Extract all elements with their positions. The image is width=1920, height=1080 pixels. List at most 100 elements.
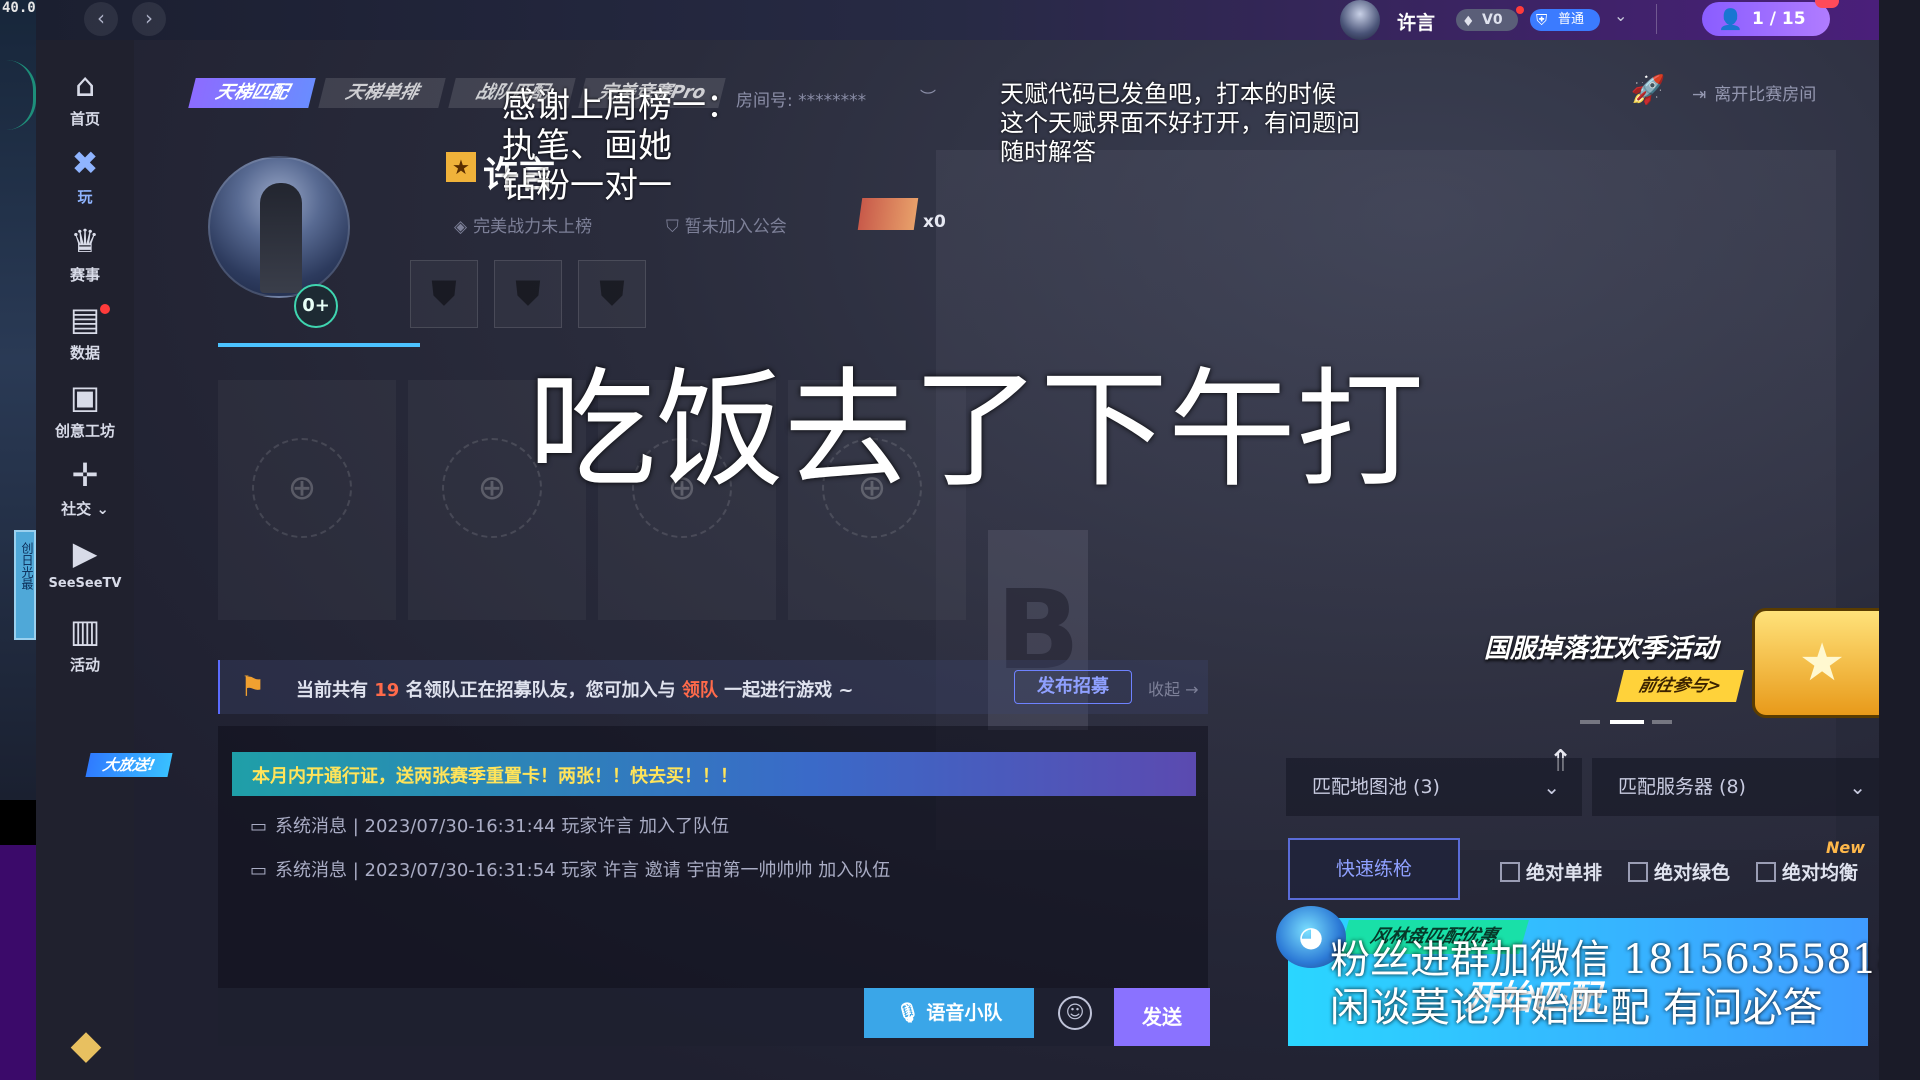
carousel-dot[interactable] [1580,720,1600,724]
power-rank-label: 完美战力未上榜 [473,217,593,237]
promo-tag[interactable]: 大放送! [85,753,173,777]
user-avatar[interactable] [1340,0,1380,40]
back-button[interactable]: ‹ [84,2,118,36]
emoji-icon[interactable]: ☺ [1058,996,1092,1030]
voice-team-button[interactable]: 🎙 语音小队 [864,988,1034,1038]
checkbox[interactable] [1500,862,1520,882]
ticket-count: x0 [923,212,946,232]
microphone-icon: 🎙 [895,1002,920,1024]
rocket-icon[interactable]: 🚀 [1630,72,1666,108]
tab-ladder-solo[interactable]: 天梯单排 [318,78,446,108]
workshop-icon: ▣ [69,378,101,416]
gift-icon: ▥ [69,612,101,650]
recruit-leader-link[interactable]: 领队 [682,680,718,701]
flag-icon: ⚑ [240,670,266,703]
overlay-line: 闲谈莫论开始匹配 有问必答 [1330,985,1823,1031]
forward-button[interactable]: › [132,2,166,36]
overlay-talent-caption: 天赋代码已发鱼吧，打本的时候 这个天赋界面不好打开，有问题问 随时解答 [1000,80,1360,167]
guild-status[interactable]: ⛉ 暂未加入公会 [666,212,787,237]
guild-label: 暂未加入公会 [684,217,787,237]
top-bar: ‹ › 许言 ♦ V0 ⛨ 普通 ⌄ 👤 1 / 15 [36,0,1879,40]
app-window: B ‹ › 许言 ♦ V0 ⛨ 普通 ⌄ 👤 1 / 15 ⌂ 首页 ✖ 玩 ♛ 赛事 ▤ 数… [36,0,1879,1080]
chat-panel: 本月内开通行证，送两张赛季重置卡！两张！！快去买！！！ ▭ 系统消息 | 2023… [218,726,1208,988]
badge-slot[interactable]: ⛊ [410,260,478,328]
chevron-left-icon: ‹ [97,6,105,30]
diamond-icon[interactable]: ◆ [64,1025,108,1065]
right-edge-strip [1879,0,1920,1080]
chat-input-row[interactable]: 🎙 语音小队 ☺ 发送 [218,988,1210,1046]
sidebar-item-workshop[interactable]: ▣ 创意工坊 [36,378,134,458]
checkbox[interactable] [1756,862,1776,882]
checkbox[interactable] [1628,862,1648,882]
send-button[interactable]: 发送 [1114,988,1210,1046]
recruit-prefix: 当前共有 [296,680,375,701]
chat-message: ▭ 系统消息 | 2023/07/30-16:31:54 玩家 许言 邀请 宇宙第… [250,856,890,882]
overlay-line: 钻粉一对一 [502,166,672,206]
badge-slot[interactable]: ⛊ [494,260,562,328]
vip-badge[interactable]: ♦ V0 [1456,9,1518,31]
shield-icon: ⛊ [515,274,541,314]
treasure-chest-icon[interactable]: ★ [1752,608,1879,718]
tab-ladder-match[interactable]: 天梯匹配 [188,78,316,108]
sidebar-item-events[interactable]: ▥ 活动 [36,612,134,692]
option-balance-checkbox[interactable]: 绝对均衡 [1756,858,1858,885]
overlay-line: 随时解答 [1000,138,1096,166]
guild-icon: ⛉ [666,217,679,237]
sidebar-item-data[interactable]: ▤ 数据 [36,300,134,380]
carousel-dot[interactable] [1652,720,1672,724]
vip-label: V0 [1482,12,1503,28]
chevron-down-icon[interactable]: ⌄ [1614,6,1627,25]
user-name[interactable]: 许言 [1397,8,1435,35]
quick-practice-button[interactable]: 快速练枪 [1288,838,1460,900]
sidebar-item-tournament[interactable]: ♛ 赛事 [36,222,134,302]
active-tab-underline [218,343,420,347]
map-pool-dropdown[interactable]: 匹配地图池 (3) ⌄ [1286,758,1582,816]
rank-badge[interactable]: 0+ [294,284,338,328]
party-count-label: 1 / 15 [1752,9,1806,29]
chevron-down-icon: ⌄ [1849,775,1866,799]
sidebar-item-play[interactable]: ✖ 玩 [36,144,134,224]
sidebar-item-social[interactable]: ✛ 社交 ⌄ [36,456,134,536]
party-count-button[interactable]: 👤 1 / 15 [1702,2,1830,36]
leave-room-button[interactable]: ⇥ 离开比赛房间 [1692,80,1816,105]
power-rank[interactable]: ◈ 完美战力未上榜 [454,212,592,237]
recruit-text: 当前共有 19 名领队正在招募队友，您可加入与 领队 一起进行游戏 ~ [296,676,854,702]
add-user-icon: ⊕ [252,438,352,538]
eye-closed-icon[interactable]: ︶ [920,84,936,108]
team-slot[interactable]: ⊕ [218,380,396,620]
left-strip-panel-text: 创日光最 [20,542,34,590]
sidebar-item-home[interactable]: ⌂ 首页 [36,66,134,146]
left-strip-panel: 创日光最 [14,530,36,640]
notification-dot [1516,6,1524,14]
overlay-line: 粉丝进群加微信 18156355818 [1330,937,1879,983]
sidebar-item-label: SeeSeeTV [48,576,122,591]
badge-slot[interactable]: ⛊ [578,260,646,328]
chevron-right-icon: › [145,6,153,30]
level-badge[interactable]: ⛨ 普通 [1530,9,1600,31]
data-alert-dot [100,304,110,314]
left-strip-black [0,800,36,845]
tv-icon: ▶ [72,534,98,572]
carousel-dot-active[interactable] [1610,720,1644,724]
event-join-button[interactable]: 前往参与> [1616,670,1744,702]
recruit-suffix: 一起进行游戏 ~ [717,680,854,701]
chat-message-text: 系统消息 | 2023/07/30-16:31:44 玩家许言 加入了队伍 [275,816,730,837]
option-green-checkbox[interactable]: 绝对绿色 [1628,858,1730,885]
chart-icon: ▤ [69,300,101,338]
chat-message-text: 系统消息 | 2023/07/30-16:31:54 玩家 许言 邀请 宇宙第一… [275,860,891,881]
sidebar-item-seeseetv[interactable]: ▶ SeeSeeTV [36,534,134,614]
recruit-count: 19 [374,680,400,701]
chat-banner[interactable]: 本月内开通行证，送两张赛季重置卡！两张！！快去买！！！ [232,752,1196,796]
overlay-line: 执笔、画她 [502,126,672,166]
user-icon: 👤 [1718,7,1743,31]
overlay-line: 这个天赋界面不好打开，有问题问 [1000,109,1360,137]
option-solo-checkbox[interactable]: 绝对单排 [1500,858,1602,885]
publish-recruit-button[interactable]: 发布招募 [1014,670,1132,704]
profile-avatar[interactable] [208,156,350,298]
collapse-link[interactable]: 收起 → [1148,676,1199,700]
shield-icon: ⛊ [431,274,457,314]
sidebar: ⌂ 首页 ✖ 玩 ♛ 赛事 ▤ 数据 ▣ 创意工坊 ✛ 社交 ⌄ ▶ SeeSeeTV ▥ 活动… [36,40,173,1080]
event-title[interactable]: 国服掉落狂欢季活动 [1484,628,1718,665]
server-dropdown[interactable]: 匹配服务器 (8) ⌄ [1592,758,1879,816]
social-icon: ✛ [71,456,99,494]
